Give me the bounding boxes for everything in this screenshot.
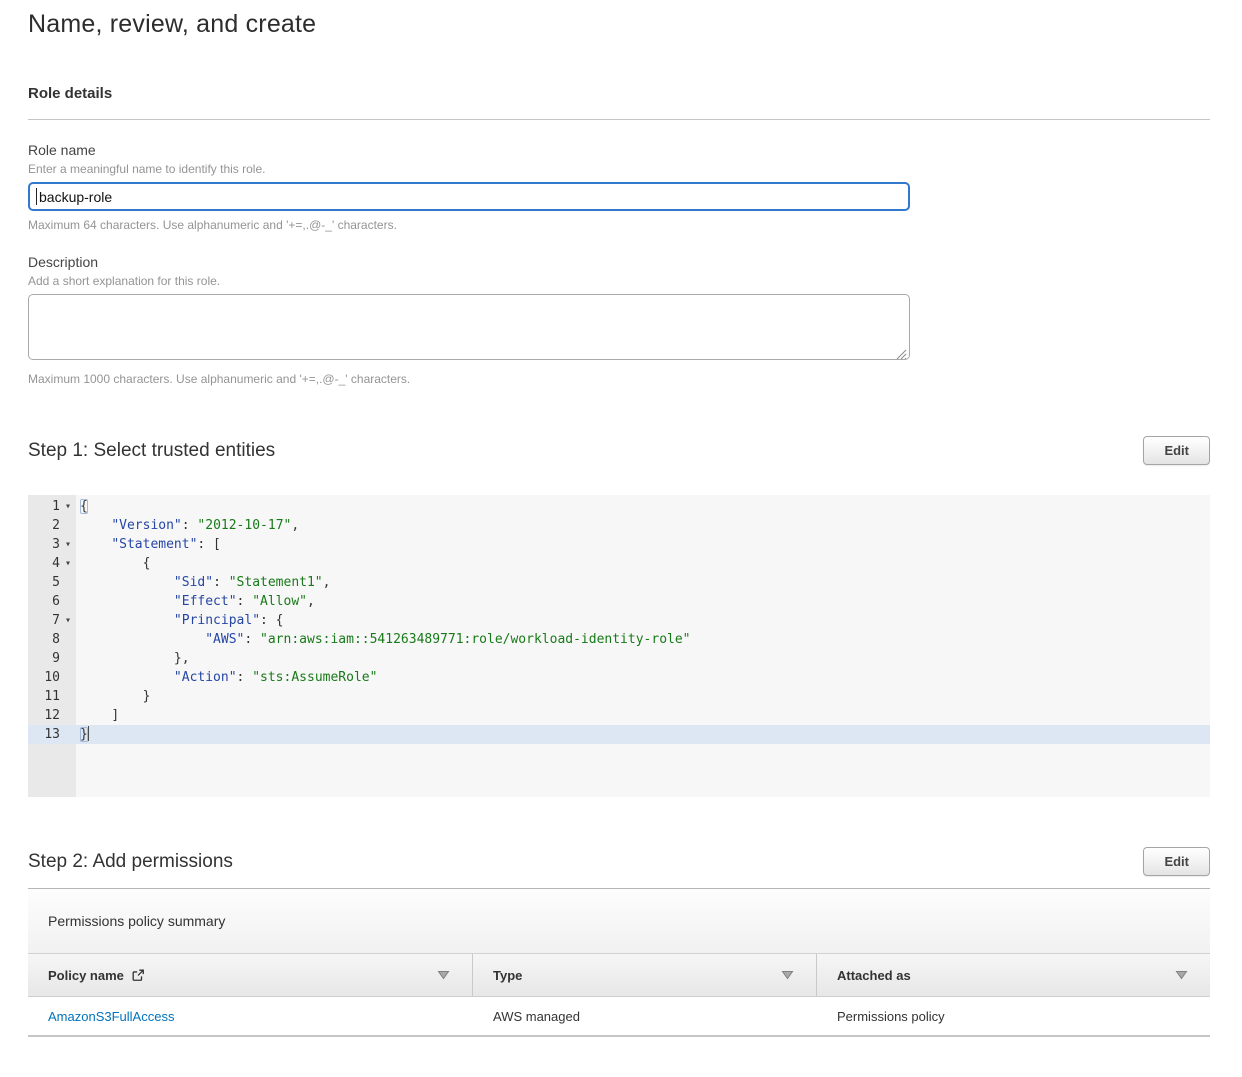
editor-line-number: 2 [28, 516, 76, 535]
filter-dropdown-icon[interactable] [1175, 970, 1188, 980]
editor-code-line[interactable]: ] [76, 706, 1210, 725]
page-root: Name, review, and create Role details Ro… [0, 0, 1242, 1077]
fold-caret-icon[interactable]: ▾ [60, 535, 76, 554]
role-name-constraint: Maximum 64 characters. Use alphanumeric … [28, 218, 1210, 232]
step2-heading: Step 2: Add permissions [28, 851, 233, 873]
external-link-icon [131, 968, 145, 982]
editor-line-number: 5 [28, 573, 76, 592]
description-textarea[interactable] [28, 294, 910, 360]
section-divider [28, 119, 1210, 120]
role-details-section: Role details Role name Enter a meaningfu… [28, 85, 1210, 386]
step2-section: Step 2: Add permissions Edit Permissions… [28, 847, 1210, 1037]
step1-heading: Step 1: Select trusted entities [28, 440, 275, 462]
column-label: Type [493, 968, 522, 983]
editor-code-line[interactable]: "AWS": "arn:aws:iam::541263489771:role/w… [76, 630, 1210, 649]
editor-line-number: 12 [28, 706, 76, 725]
editor-code-line[interactable]: { [76, 554, 1210, 573]
filter-dropdown-icon[interactable] [437, 970, 450, 980]
editor-line-number[interactable]: 4▾ [28, 554, 76, 573]
editor-code-line[interactable]: } [76, 725, 1210, 744]
policy-attached-as-cell: Permissions policy [817, 997, 1210, 1035]
role-details-heading: Role details [28, 85, 1210, 102]
editor-line-number[interactable]: 3▾ [28, 535, 76, 554]
edit-trusted-entities-button[interactable]: Edit [1143, 436, 1210, 465]
role-name-label: Role name [28, 142, 1210, 158]
column-header-attached-as[interactable]: Attached as [817, 954, 1210, 996]
role-name-input[interactable] [28, 182, 910, 211]
fold-caret-icon[interactable]: ▾ [60, 497, 76, 516]
editor-code-line[interactable]: } [76, 687, 1210, 706]
editor-line-number: 6 [28, 592, 76, 611]
editor-line-number: 13 [28, 725, 76, 744]
permissions-summary-panel: Permissions policy summary Policy name T… [28, 888, 1210, 1037]
edit-permissions-button[interactable]: Edit [1143, 847, 1210, 876]
description-help: Add a short explanation for this role. [28, 274, 1210, 288]
page-title: Name, review, and create [28, 10, 1210, 39]
editor-line-number: 8 [28, 630, 76, 649]
editor-code-line[interactable]: "Action": "sts:AssumeRole" [76, 668, 1210, 687]
description-constraint: Maximum 1000 characters. Use alphanumeri… [28, 372, 1210, 386]
trust-policy-editor[interactable]: 1▾23▾4▾567▾8910111213 { "Version": "2012… [28, 495, 1210, 797]
filter-dropdown-icon[interactable] [781, 970, 794, 980]
editor-code[interactable]: { "Version": "2012-10-17", "Statement": … [76, 495, 1210, 797]
editor-gutter: 1▾23▾4▾567▾8910111213 [28, 495, 76, 797]
editor-code-line[interactable]: }, [76, 649, 1210, 668]
editor-code-line[interactable]: { [76, 497, 1210, 516]
column-label: Policy name [48, 968, 124, 983]
description-field: Description Add a short explanation for … [28, 254, 1210, 386]
permissions-table-header: Policy name Type [28, 953, 1210, 997]
editor-code-line[interactable]: "Sid": "Statement1", [76, 573, 1210, 592]
role-name-field: Role name Enter a meaningful name to ide… [28, 142, 1210, 232]
editor-caret [88, 726, 89, 741]
editor-line-number: 11 [28, 687, 76, 706]
table-row: AmazonS3FullAccess AWS managed Permissio… [28, 997, 1210, 1037]
role-name-help: Enter a meaningful name to identify this… [28, 162, 1210, 176]
column-header-type[interactable]: Type [473, 954, 817, 996]
fold-caret-icon[interactable]: ▾ [60, 554, 76, 573]
editor-code-line[interactable]: "Statement": [ [76, 535, 1210, 554]
editor-code-line[interactable]: "Effect": "Allow", [76, 592, 1210, 611]
policy-type-cell: AWS managed [473, 997, 817, 1035]
column-label: Attached as [837, 968, 911, 983]
editor-line-number: 9 [28, 649, 76, 668]
editor-code-line[interactable]: "Version": "2012-10-17", [76, 516, 1210, 535]
editor-line-number[interactable]: 1▾ [28, 497, 76, 516]
step1-section: Step 1: Select trusted entities Edit 1▾2… [28, 436, 1210, 797]
fold-caret-icon[interactable]: ▾ [60, 611, 76, 630]
policy-name-link[interactable]: AmazonS3FullAccess [48, 1009, 174, 1024]
text-caret [36, 188, 37, 205]
description-label: Description [28, 254, 1210, 270]
permissions-panel-title: Permissions policy summary [28, 888, 1210, 953]
column-header-policy-name[interactable]: Policy name [28, 954, 473, 996]
editor-line-number[interactable]: 7▾ [28, 611, 76, 630]
editor-line-number: 10 [28, 668, 76, 687]
editor-code-line[interactable]: "Principal": { [76, 611, 1210, 630]
